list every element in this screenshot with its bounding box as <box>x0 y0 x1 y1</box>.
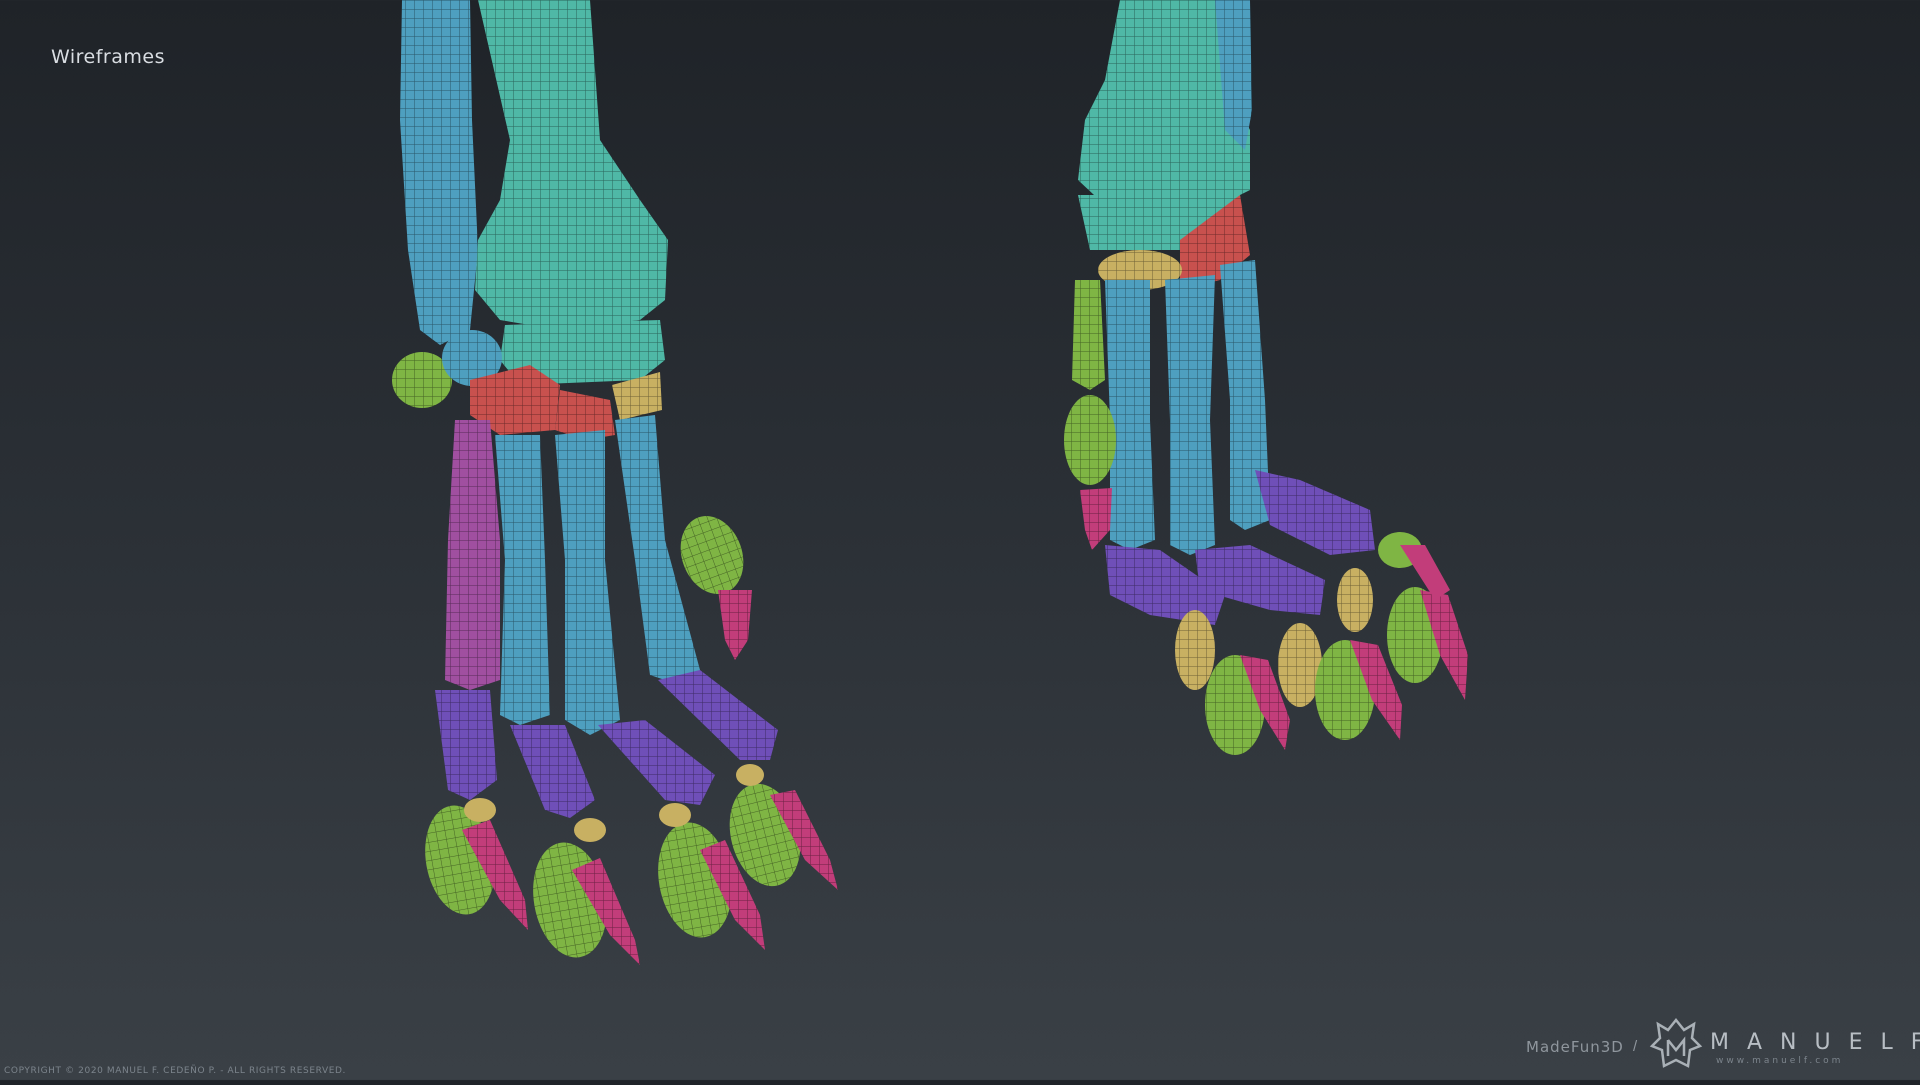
brand-separator: / <box>1633 1038 1638 1055</box>
right-foot <box>1064 0 1468 755</box>
viewport: Wireframes COPYRIGHT © 2020 MANUEL F. CE… <box>0 0 1920 1080</box>
madefun-label: MadeFun3D <box>1526 1038 1624 1056</box>
branding: MadeFun3D / MANUELF www.manuelf.com <box>1526 1016 1920 1072</box>
brand-url: www.manuelf.com <box>1716 1056 1844 1066</box>
page-title: Wireframes <box>51 46 165 68</box>
brand-name: MANUELF <box>1710 1030 1920 1055</box>
manuelf-logo-icon <box>1649 1017 1703 1068</box>
copyright-notice: COPYRIGHT © 2020 MANUEL F. CEDEÑO P. - A… <box>4 1066 347 1076</box>
skeleton-render <box>392 0 1468 965</box>
left-foot <box>392 0 838 965</box>
